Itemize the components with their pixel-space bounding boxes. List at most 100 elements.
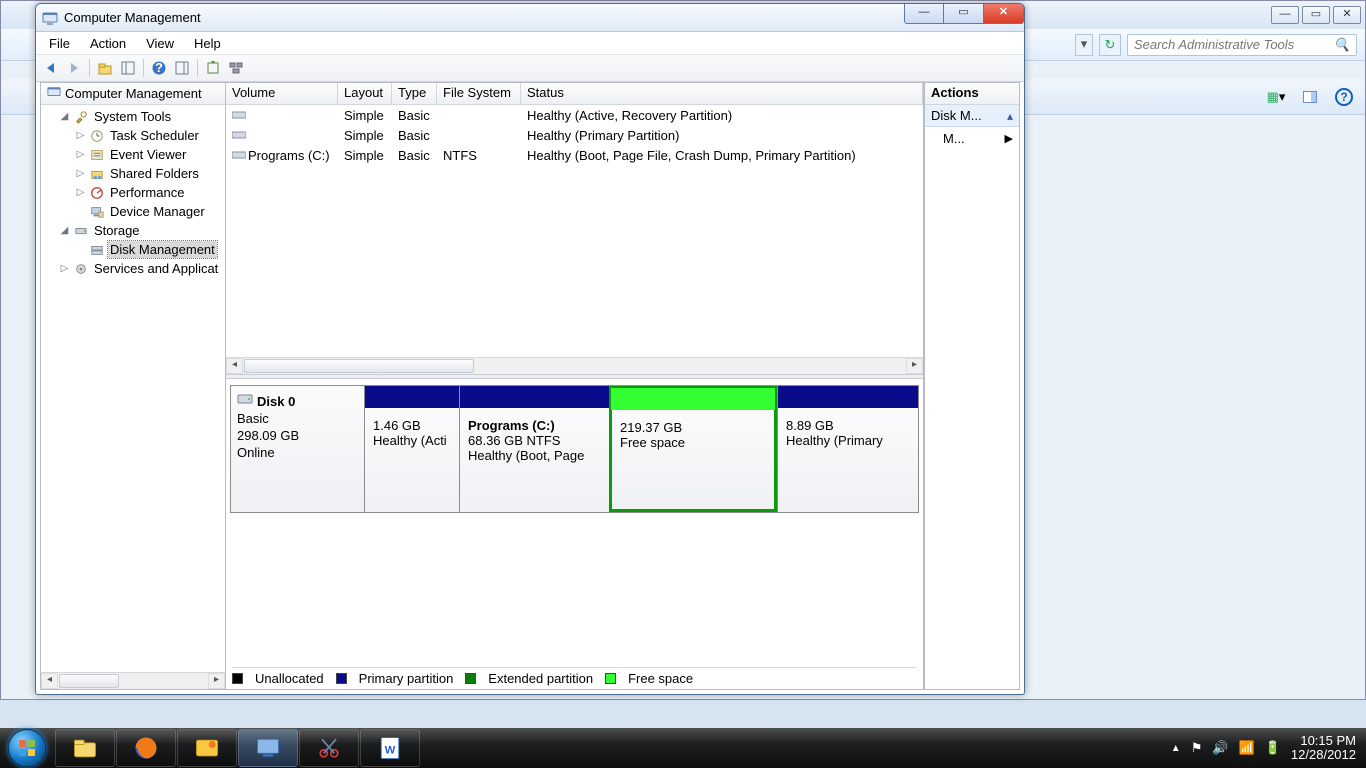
bg-refresh-button[interactable]: ↻: [1099, 34, 1121, 56]
partition-status: Healthy (Acti: [373, 433, 451, 448]
drive-icon: [232, 128, 248, 143]
partition-size: 8.89 GB: [786, 418, 910, 433]
minimize-button[interactable]: —: [904, 4, 944, 24]
scroll-right-button[interactable]: ▸: [906, 358, 923, 374]
legend-swatch-free: [605, 673, 616, 684]
volume-row[interactable]: Simple Basic Healthy (Primary Partition): [226, 125, 923, 145]
volume-name: Programs (C:): [248, 148, 330, 163]
forward-button[interactable]: [63, 57, 85, 79]
tree-event-viewer[interactable]: ▷Event Viewer: [41, 145, 225, 164]
volume-layout: Simple: [338, 128, 392, 143]
menu-action[interactable]: Action: [81, 34, 135, 53]
show-hidden-icons[interactable]: ▲: [1171, 743, 1181, 754]
menu-view[interactable]: View: [137, 34, 183, 53]
taskbar[interactable]: W ▲ ⚑ 🔊 📶 🔋 10:15 PM 12/28/2012: [0, 728, 1366, 768]
tree-device-manager[interactable]: Device Manager: [41, 202, 225, 221]
column-layout[interactable]: Layout: [338, 83, 392, 104]
toolbar-separator: [89, 59, 90, 77]
system-clock[interactable]: 10:15 PM 12/28/2012: [1291, 734, 1356, 762]
tree-storage[interactable]: ◢Storage: [41, 221, 225, 240]
taskbar-computer-management[interactable]: [238, 729, 298, 767]
tree-horizontal-scrollbar[interactable]: ◂ ▸: [41, 672, 225, 689]
disk-name: Disk 0: [257, 393, 295, 410]
volume-icon[interactable]: 🔊: [1212, 740, 1228, 756]
volume-layout: Simple: [338, 108, 392, 123]
taskbar-outlook[interactable]: [177, 729, 237, 767]
show-hide-action-pane-button[interactable]: [171, 57, 193, 79]
scroll-track[interactable]: [475, 358, 906, 374]
menu-help[interactable]: Help: [185, 34, 230, 53]
tree-task-scheduler[interactable]: ▷Task Scheduler: [41, 126, 225, 145]
partition-programs-c[interactable]: Programs (C:) 68.36 GB NTFS Healthy (Boo…: [459, 386, 609, 512]
tree-root-header[interactable]: Computer Management: [41, 83, 225, 105]
tree-shared-folders[interactable]: ▷Shared Folders: [41, 164, 225, 183]
taskbar-snipping-tool[interactable]: [299, 729, 359, 767]
taskbar-explorer[interactable]: [55, 729, 115, 767]
computer-management-window: Computer Management — ▭ ✕ File Action Vi…: [35, 3, 1025, 695]
toolbar-separator: [197, 59, 198, 77]
maximize-button[interactable]: ▭: [944, 4, 984, 24]
bg-view-button[interactable]: ▦ ▾: [1263, 85, 1289, 109]
partition-size: 68.36 GB NTFS: [468, 433, 601, 448]
chevron-up-icon: ▴: [1007, 109, 1013, 123]
bg-address-dropdown[interactable]: ▾: [1075, 34, 1093, 56]
bg-minimize-button[interactable]: —: [1271, 6, 1299, 24]
scroll-thumb[interactable]: [244, 359, 474, 373]
bg-help-button[interactable]: ?: [1331, 85, 1357, 109]
volume-list[interactable]: Simple Basic Healthy (Active, Recovery P…: [226, 105, 923, 357]
tree-performance[interactable]: ▷Performance: [41, 183, 225, 202]
device-manager-icon: [89, 204, 105, 220]
volume-row[interactable]: Simple Basic Healthy (Active, Recovery P…: [226, 105, 923, 125]
window-title: Computer Management: [64, 10, 201, 25]
show-hide-tree-button[interactable]: [117, 57, 139, 79]
battery-icon[interactable]: 🔋: [1265, 740, 1281, 756]
volume-list-scrollbar[interactable]: ◂ ▸: [226, 357, 923, 374]
scroll-track[interactable]: [119, 673, 208, 689]
disk-state: Online: [237, 444, 358, 461]
tree-services-applications[interactable]: ▷Services and Applicat: [41, 259, 225, 278]
column-type[interactable]: Type: [392, 83, 437, 104]
tree-system-tools[interactable]: ◢System Tools: [41, 107, 225, 126]
tree-disk-management[interactable]: Disk Management: [41, 240, 225, 259]
bg-preview-pane-button[interactable]: [1297, 85, 1323, 109]
start-button[interactable]: [0, 728, 54, 768]
toolbar-separator: [143, 59, 144, 77]
refresh-button[interactable]: [202, 57, 224, 79]
menu-file[interactable]: File: [40, 34, 79, 53]
volume-row[interactable]: Programs (C:) Simple Basic NTFS Healthy …: [226, 145, 923, 165]
partition-recovery[interactable]: 1.46 GB Healthy (Acti: [365, 386, 459, 512]
scroll-left-button[interactable]: ◂: [41, 673, 58, 689]
disk-management-icon: [89, 242, 105, 258]
wifi-icon[interactable]: 📶: [1239, 740, 1255, 756]
drive-icon: [232, 148, 248, 163]
disk-row[interactable]: Disk 0 Basic 298.09 GB Online 1.46 GB He…: [230, 385, 919, 513]
bg-close-button[interactable]: ✕: [1333, 6, 1361, 24]
close-button[interactable]: ✕: [984, 4, 1024, 24]
actions-item-label: M...: [943, 131, 965, 146]
legend-extended: Extended partition: [488, 671, 593, 686]
column-volume[interactable]: Volume: [226, 83, 338, 104]
actions-section-disk-management[interactable]: Disk M... ▴: [925, 105, 1019, 127]
scroll-left-button[interactable]: ◂: [226, 358, 243, 374]
settings-button[interactable]: [225, 57, 247, 79]
scroll-right-button[interactable]: ▸: [208, 673, 225, 689]
back-button[interactable]: [40, 57, 62, 79]
drive-icon: [232, 108, 248, 123]
mmc-titlebar[interactable]: Computer Management — ▭ ✕: [36, 4, 1024, 32]
taskbar-word[interactable]: W: [360, 729, 420, 767]
up-button[interactable]: [94, 57, 116, 79]
column-status[interactable]: Status: [521, 83, 923, 104]
partition-free-space[interactable]: 219.37 GB Free space: [609, 386, 777, 512]
bg-search-input[interactable]: Search Administrative Tools 🔍: [1127, 34, 1357, 56]
partition-primary[interactable]: 8.89 GB Healthy (Primary: [777, 386, 918, 512]
actions-item-more[interactable]: M... ▶: [925, 127, 1019, 150]
action-center-icon[interactable]: ⚑: [1191, 740, 1203, 756]
bg-maximize-button[interactable]: ▭: [1302, 6, 1330, 24]
disk-info[interactable]: Disk 0 Basic 298.09 GB Online: [231, 386, 365, 512]
svg-text:W: W: [385, 744, 396, 756]
help-button[interactable]: ?: [148, 57, 170, 79]
system-tray[interactable]: ▲ ⚑ 🔊 📶 🔋 10:15 PM 12/28/2012: [1171, 734, 1366, 762]
column-file-system[interactable]: File System: [437, 83, 521, 104]
taskbar-firefox[interactable]: [116, 729, 176, 767]
scroll-thumb[interactable]: [59, 674, 119, 688]
